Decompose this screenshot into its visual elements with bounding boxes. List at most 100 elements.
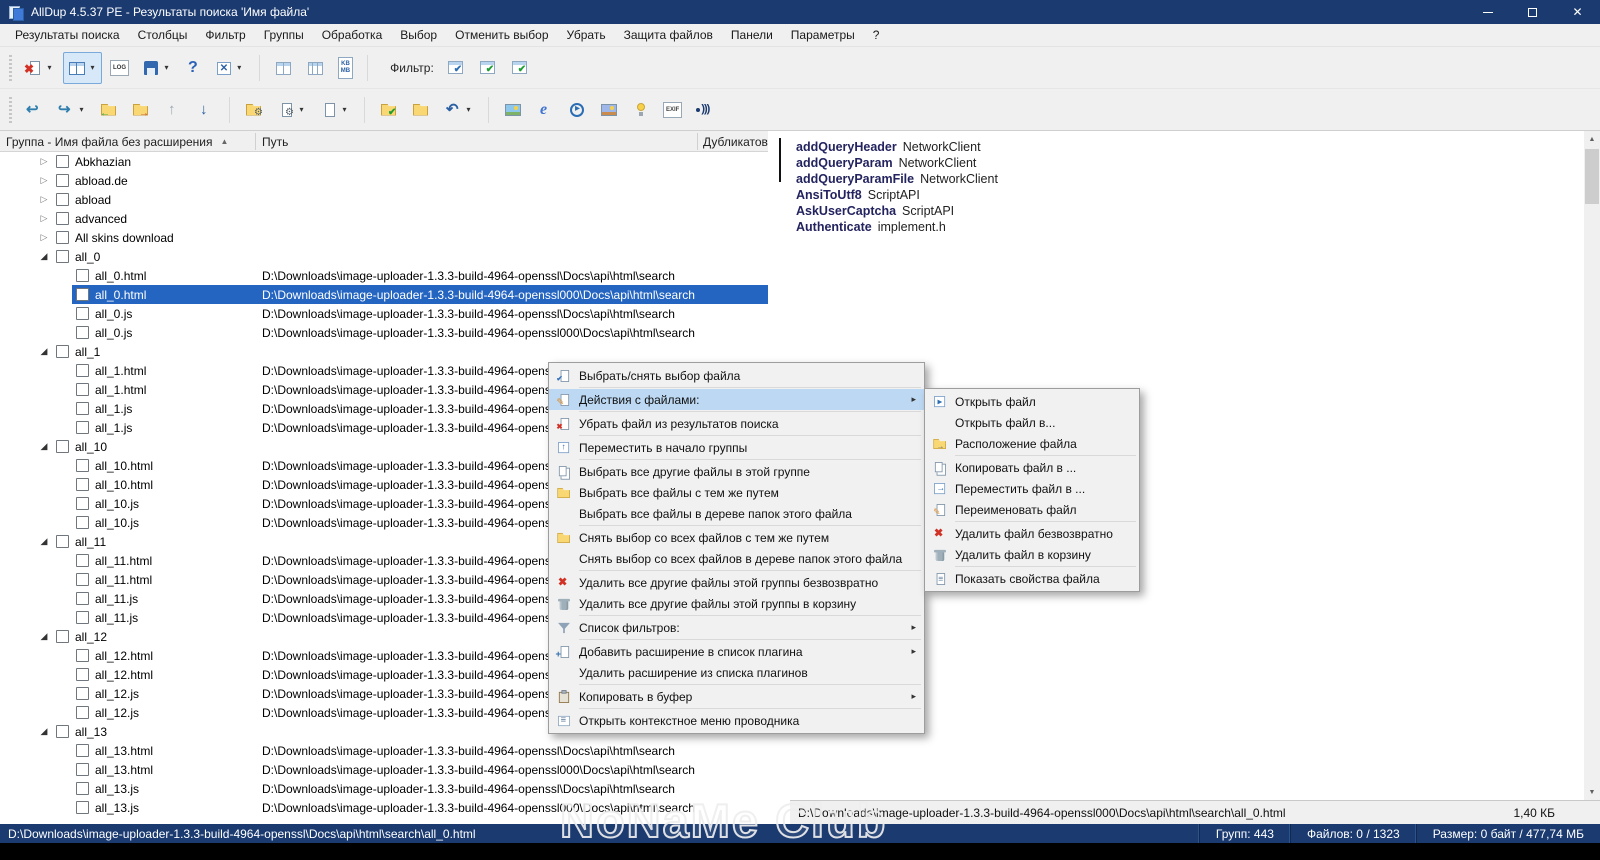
dropdown-arrow-icon[interactable]: ▾ xyxy=(339,105,350,114)
checkbox[interactable] xyxy=(76,383,89,396)
arrow-down-button[interactable] xyxy=(191,94,219,126)
group-row[interactable]: ▷ Abkhazian xyxy=(0,152,768,171)
checkbox[interactable] xyxy=(76,573,89,586)
checkbox[interactable] xyxy=(76,668,89,681)
checkbox[interactable] xyxy=(76,763,89,776)
expand-icon[interactable]: ▷ xyxy=(38,156,50,167)
group-row[interactable]: ▷ advanced xyxy=(0,209,768,228)
checkbox[interactable] xyxy=(56,535,69,548)
minimize-button[interactable] xyxy=(1465,0,1510,24)
undo-button[interactable]: ▾ xyxy=(439,94,478,126)
help-button[interactable]: ? xyxy=(180,52,206,84)
scroll-down-icon[interactable] xyxy=(1584,784,1600,800)
checkbox[interactable] xyxy=(76,801,89,814)
folder-settings-button[interactable] xyxy=(240,94,268,126)
log-button[interactable]: LOG xyxy=(106,52,133,84)
image-preview-button[interactable] xyxy=(499,94,527,126)
checkbox[interactable] xyxy=(76,592,89,605)
dropdown-arrow-icon[interactable]: ▾ xyxy=(234,63,245,72)
collapse-icon[interactable]: ◢ xyxy=(38,536,50,547)
scrollbar-thumb[interactable] xyxy=(1585,149,1599,204)
submenu-item-4[interactable]: Копировать файл в ... xyxy=(925,457,1139,478)
context-menu-item-5[interactable]: Выбрать все другие файлы в этой группе xyxy=(549,461,924,482)
menubar-item-9[interactable]: Защита файлов xyxy=(615,24,722,46)
context-menu-item-7[interactable]: Выбрать все файлы в дереве папок этого ф… xyxy=(549,503,924,524)
checkbox[interactable] xyxy=(76,706,89,719)
checkbox[interactable] xyxy=(56,193,69,206)
submenu-item-8[interactable]: Удалить файл в корзину xyxy=(925,544,1139,565)
filter-green2-button[interactable] xyxy=(506,52,534,84)
context-menu-item-4[interactable]: Переместить в начало группы xyxy=(549,437,924,458)
file-row[interactable]: all_13.html D:\Downloads\image-uploader-1… xyxy=(0,741,768,760)
audio-button[interactable] xyxy=(690,94,718,126)
menubar-item-12[interactable]: ? xyxy=(864,24,889,46)
context-menu-item-3[interactable]: Убрать файл из результатов поиска xyxy=(549,413,924,434)
dropdown-arrow-icon[interactable]: ▾ xyxy=(463,105,474,114)
file-row[interactable]: all_0.html D:\Downloads\image-uploader-1.… xyxy=(0,266,768,285)
dropdown-arrow-icon[interactable]: ▾ xyxy=(76,105,87,114)
group-row[interactable]: ▷ abload xyxy=(0,190,768,209)
context-menu-item-1[interactable]: Выбрать/снять выбор файла xyxy=(549,365,924,386)
context-menu-item-13[interactable]: Добавить расширение в список плагина ▸ xyxy=(549,641,924,662)
checkbox[interactable] xyxy=(76,554,89,567)
filter-green-button[interactable] xyxy=(474,52,502,84)
menubar-item-3[interactable]: Фильтр xyxy=(196,24,254,46)
menubar-item-4[interactable]: Группы xyxy=(255,24,313,46)
folder-check-button[interactable] xyxy=(375,94,403,126)
menubar-item-7[interactable]: Отменить выбор xyxy=(446,24,557,46)
submenu-item-9[interactable]: Показать свойства файла xyxy=(925,568,1139,589)
context-menu-item-6[interactable]: Выбрать все файлы с тем же путем xyxy=(549,482,924,503)
dropdown-arrow-icon[interactable]: ▾ xyxy=(44,63,55,72)
delete-file-button[interactable]: ▾ xyxy=(20,52,59,84)
file-row[interactable]: all_0.html D:\Downloads\image-uploader-1.… xyxy=(0,285,768,304)
submenu-item-5[interactable]: Переместить файл в ... xyxy=(925,478,1139,499)
filter-checked-button[interactable] xyxy=(442,52,470,84)
context-menu-item-9[interactable]: Снять выбор со всех файлов в дереве папо… xyxy=(549,548,924,569)
checkbox[interactable] xyxy=(76,478,89,491)
close-button[interactable]: ✕ xyxy=(1555,0,1600,24)
context-menu-item-11[interactable]: Удалить все другие файлы этой группы в к… xyxy=(549,593,924,614)
close-search-button[interactable]: ▾ xyxy=(210,52,249,84)
arrow-up-button[interactable] xyxy=(159,94,187,126)
collapse-icon[interactable]: ◢ xyxy=(38,251,50,262)
dropdown-arrow-icon[interactable]: ▾ xyxy=(161,63,172,72)
folder-export-button[interactable] xyxy=(127,94,155,126)
checkbox[interactable] xyxy=(76,364,89,377)
checkbox[interactable] xyxy=(76,326,89,339)
group-row[interactable]: ▷ abload.de xyxy=(0,171,768,190)
new-file-button[interactable]: ▾ xyxy=(315,94,354,126)
checkbox[interactable] xyxy=(56,155,69,168)
collapse-icon[interactable]: ◢ xyxy=(38,441,50,452)
collapse-icon[interactable]: ◢ xyxy=(38,346,50,357)
submenu-item-6[interactable]: Переименовать файл xyxy=(925,499,1139,520)
menubar-item-6[interactable]: Выбор xyxy=(391,24,446,46)
dropdown-arrow-icon[interactable]: ▾ xyxy=(296,105,307,114)
column-header-group[interactable]: Группа - Имя файла без расширения xyxy=(6,131,228,151)
checkbox[interactable] xyxy=(76,744,89,757)
context-menu-item-15[interactable]: Копировать в буфер ▸ xyxy=(549,686,924,707)
folder-plain-button[interactable] xyxy=(407,94,435,126)
checkbox[interactable] xyxy=(56,231,69,244)
context-menu-item-12[interactable]: Список фильтров: ▸ xyxy=(549,617,924,638)
file-settings-button[interactable]: ▾ xyxy=(272,94,311,126)
view-columns-button[interactable]: ▾ xyxy=(63,51,102,84)
checkbox[interactable] xyxy=(56,174,69,187)
column-divider[interactable] xyxy=(255,133,256,150)
preview-scrollbar[interactable] xyxy=(1584,131,1600,800)
collapse-icon[interactable]: ◢ xyxy=(38,631,50,642)
collapse-icon[interactable]: ◢ xyxy=(38,726,50,737)
expand-icon[interactable]: ▷ xyxy=(38,213,50,224)
column-header-path[interactable]: Путь xyxy=(262,131,288,151)
checkbox[interactable] xyxy=(76,649,89,662)
scroll-up-icon[interactable] xyxy=(1584,131,1600,147)
group-row[interactable]: ◢ all_1 xyxy=(0,342,768,361)
menubar-item-2[interactable]: Столбцы xyxy=(129,24,197,46)
submenu-item-3[interactable]: Расположение файла xyxy=(925,433,1139,454)
context-menu-item-8[interactable]: Снять выбор со всех файлов с тем же путе… xyxy=(549,527,924,548)
file-row[interactable]: all_0.js D:\Downloads\image-uploader-1.3.… xyxy=(0,323,768,342)
checkbox[interactable] xyxy=(76,516,89,529)
file-row[interactable]: all_0.js D:\Downloads\image-uploader-1.3.… xyxy=(0,304,768,323)
image-viewer-button[interactable] xyxy=(595,94,623,126)
file-row[interactable]: all_13.html D:\Downloads\image-uploader-1… xyxy=(0,760,768,779)
checkbox[interactable] xyxy=(76,402,89,415)
